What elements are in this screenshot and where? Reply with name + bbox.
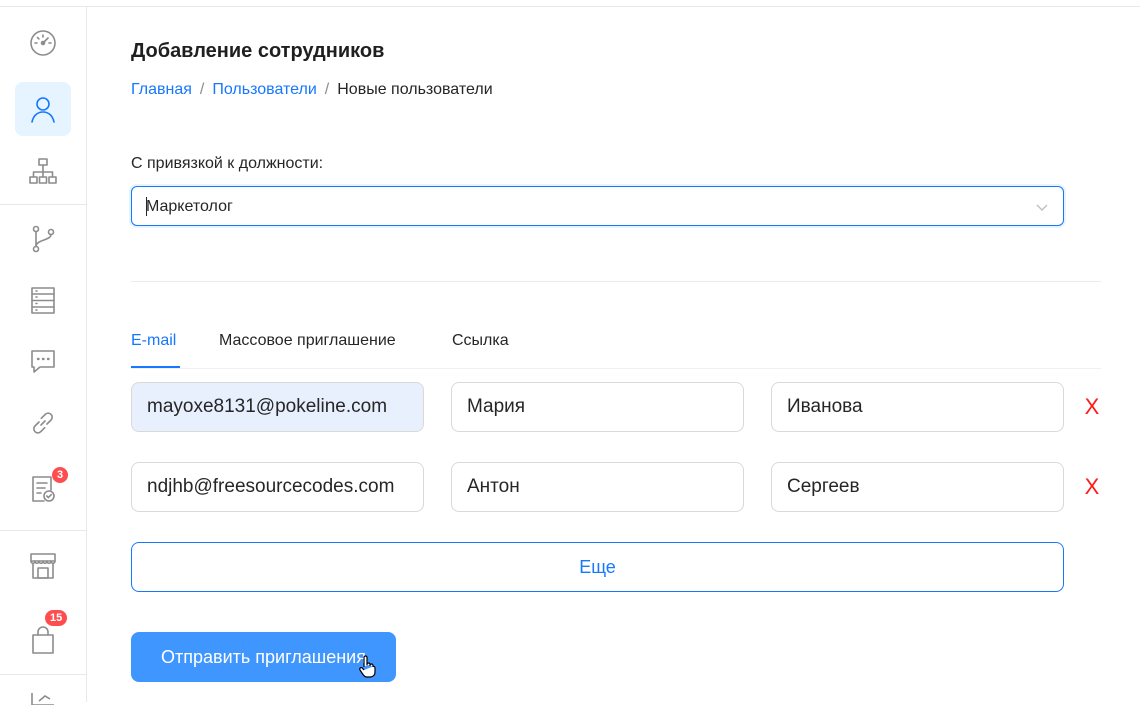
sidebar-divider (0, 204, 86, 205)
add-more-button[interactable]: Еще (131, 542, 1064, 592)
send-invites-button[interactable]: Отправить приглашения (131, 632, 396, 682)
tasks-badge: 3 (52, 467, 69, 483)
active-tab-indicator (131, 366, 180, 368)
breadcrumb-separator: / (199, 81, 205, 98)
position-select-value: Маркетолог (146, 198, 233, 215)
link-icon (33, 412, 53, 434)
branch-icon (32, 225, 55, 253)
breadcrumb: Главная / Пользователи / Новые пользователи (131, 81, 493, 99)
email-field[interactable]: mayoxe8131@pokeline.com (131, 382, 424, 432)
sidebar-item-database[interactable] (15, 273, 71, 327)
position-label: С привязкой к должности: (131, 155, 324, 172)
hand-cursor-icon (359, 655, 376, 678)
sidebar-divider (0, 674, 86, 675)
invite-tabs: E-mail Массовое приглашение Ссылка (131, 330, 1101, 369)
sidebar-item-branches[interactable] (15, 212, 71, 266)
last-name-field[interactable]: Иванова (771, 382, 1064, 432)
breadcrumb-home-link[interactable]: Главная (131, 81, 192, 98)
sidebar-item-dashboard[interactable] (15, 15, 71, 69)
breadcrumb-current: Новые пользователи (337, 81, 493, 98)
sidebar-item-users[interactable] (15, 82, 71, 136)
tab-bulk-invite[interactable]: Массовое приглашение (219, 332, 396, 350)
sidebar-item-links[interactable] (15, 396, 71, 450)
sidebar-item-structure[interactable] (15, 144, 71, 198)
sidebar: 3 15 (0, 7, 87, 705)
position-select[interactable]: Маркетолог (131, 186, 1064, 226)
breadcrumb-users-link[interactable]: Пользователи (212, 81, 316, 98)
send-invites-label: Отправить приглашения (161, 647, 366, 667)
database-icon (31, 287, 55, 314)
first-name-field[interactable]: Антон (451, 462, 744, 512)
main-content: Добавление сотрудников Главная / Пользоват… (131, 0, 1101, 702)
user-icon (31, 97, 55, 123)
page-title: Добавление сотрудников (131, 40, 385, 62)
section-divider (131, 281, 1101, 282)
sidebar-item-analytics[interactable] (29, 691, 57, 705)
email-field[interactable]: ndjhb@freesourcecodes.com (131, 462, 424, 512)
text-caret (146, 197, 147, 216)
remove-row-button[interactable]: X (1082, 476, 1102, 498)
chart-icon (31, 693, 54, 705)
dashboard-gauge-icon (30, 30, 56, 56)
shop-badge: 15 (45, 610, 68, 626)
shopping-bag-icon (32, 626, 54, 654)
breadcrumb-separator: / (324, 81, 330, 98)
first-name-field[interactable]: Мария (451, 382, 744, 432)
chat-icon (31, 350, 55, 373)
sidebar-divider (0, 530, 86, 531)
sidebar-item-store[interactable] (15, 538, 71, 592)
tab-email[interactable]: E-mail (131, 332, 176, 350)
tab-link[interactable]: Ссылка (452, 332, 509, 350)
last-name-field[interactable]: Сергеев (771, 462, 1064, 512)
chevron-down-icon[interactable] (1035, 200, 1049, 214)
remove-row-button[interactable]: X (1082, 396, 1102, 418)
sidebar-item-chat[interactable] (15, 334, 71, 388)
org-structure-icon (29, 158, 57, 184)
store-icon (30, 553, 56, 579)
